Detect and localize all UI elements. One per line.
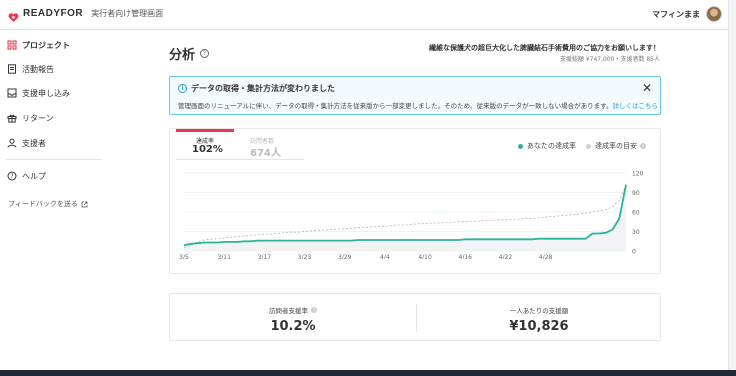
os-taskbar [0,370,736,376]
stat-label: 訪問者支援率 ? [170,305,416,315]
document-icon [6,64,17,75]
stat-visitor-support-rate: 訪問者支援率 ? 10.2% [170,294,416,342]
page-title: 分析 ? [169,44,210,63]
active-tab-indicator [176,129,234,132]
notice-body-text: 管理画面のリニューアルに伴い、データの取得・集計方法を従来版から一部変更しました… [178,102,613,110]
sidebar-item-rewards[interactable]: リターン [6,109,54,127]
x-tick-label: 4/22 [499,254,513,259]
y-tick-label: 60 [632,210,640,217]
x-tick-label: 4/28 [539,254,553,259]
stat-value: 10.2% [270,319,316,334]
y-tick-label: 30 [632,229,640,236]
brand-name: READYFOR [23,8,84,19]
legend-swatch-actual [518,143,523,149]
sidebar-item-applications[interactable]: 支援申し込み [6,84,70,102]
avatar [706,6,722,22]
x-tick-label: 3/29 [338,254,352,259]
x-tick-label: 4/10 [418,254,432,259]
notice-banner: i データの取得・集計方法が変わりました 管理画面のリニューアルに伴い、データの… [169,76,661,115]
notice-body: 管理画面のリニューアルに伴い、データの取得・集計方法を従来版から一部変更しました… [178,100,658,110]
x-tick-label: 4/4 [380,254,390,259]
chart-card: 達成率 102% 訪問者数 674人 あなたの達成率 達成率の目安 ? 0 30 6… [169,128,661,274]
sidebar-item-project[interactable]: プロジェクト [6,36,70,54]
stat-amount-per-person: 一人あたりの支援額 ¥10,826 [416,294,662,342]
x-tick-label: 3/11 [217,254,231,259]
feedback-link[interactable]: フィードバックを送る [8,199,88,209]
stat-label-text: 訪問者支援率 [269,307,308,315]
sidebar-item-label: 支援者 [22,138,46,148]
stat-label-text: 一人あたりの支援額 [509,307,569,315]
question-icon: ? [6,171,17,182]
project-stats: 支援総額 ¥747,000・支援者数 85人 [559,56,660,63]
question-icon[interactable]: ? [311,307,317,313]
close-icon[interactable]: ✕ [642,82,652,94]
stats-card: 訪問者支援率 ? 10.2% 一人あたりの支援額 ¥10,826 [169,293,661,341]
user-menu[interactable]: マフィンまま [652,6,722,22]
x-tick-label: 3/23 [298,254,312,259]
sidebar-item-label: 活動報告 [22,64,54,74]
sidebar-divider [6,159,102,160]
header-subtitle: 実行者向け管理画面 [91,9,164,18]
line-chart: 0 30 60 90 120 3/5 3/11 3/17 3/23 3/29 4/4 4/10 4/16… [179,171,644,260]
page-title-text: 分析 [169,48,196,63]
scrollbar[interactable] [728,0,736,370]
sidebar-item-supporters[interactable]: 支援者 [6,134,46,152]
x-tick-label: 3/5 [179,254,189,259]
sidebar-item-label: リターン [22,113,54,123]
legend-label: あなたの達成率 [527,142,576,150]
legend-target: 達成率の目安 ? [586,141,646,151]
sidebar-item-help[interactable]: ? ヘルプ [6,167,46,185]
x-tick-label: 3/17 [258,254,272,259]
top-bar: READYFOR 実行者向け管理画面 マフィンまま [0,0,736,30]
notice-title: データの取得・集計方法が変わりました [191,84,335,93]
inbox-icon [6,88,17,99]
grid-icon [6,40,17,51]
external-link-icon [81,201,88,208]
y-tick-label: 0 [632,249,636,256]
legend-actual: あなたの達成率 [518,141,576,151]
project-title[interactable]: 繊維な保護犬の超巨大化した脾臓結石手術費用のご協力をお願いします！ [340,43,660,53]
readyfor-logo-icon [8,8,19,22]
info-icon: i [178,84,187,93]
tab-value: 102% [192,144,223,155]
notice-detail-link[interactable]: 詳しくはこちら [613,102,659,110]
feedback-label: フィードバックを送る [8,200,78,208]
svg-text:?: ? [10,173,13,180]
tab-value: 674人 [250,148,281,159]
chart-legend: あなたの達成率 達成率の目安 ? [508,141,646,151]
question-icon[interactable]: ? [640,143,646,149]
brand-logo[interactable]: READYFOR 実行者向け管理画面 [8,8,164,22]
legend-label: 達成率の目安 [595,142,637,150]
tab-achievement-rate[interactable]: 達成率 102% [170,129,234,159]
sidebar: プロジェクト 活動報告 支援申し込み リターン 支援者 ? ヘルプ フィードバッ… [0,30,108,370]
stat-label: 一人あたりの支援額 [416,305,662,315]
user-name: マフィンまま [652,9,700,19]
sidebar-item-label: プロジェクト [22,40,70,50]
y-tick-label: 120 [632,171,644,178]
sidebar-item-activity-report[interactable]: 活動報告 [6,60,54,78]
sidebar-item-label: 支援申し込み [22,88,70,98]
x-tick-label: 4/16 [459,254,473,259]
sidebar-item-label: ヘルプ [22,171,46,181]
legend-swatch-target [586,143,591,149]
y-tick-label: 90 [632,190,640,197]
tab-visitors[interactable]: 訪問者数 674人 [246,129,306,159]
gift-icon [6,113,17,124]
person-icon [6,138,17,149]
stat-value: ¥10,826 [509,319,569,334]
tab-divider [176,159,304,160]
help-icon[interactable]: ? [200,49,210,58]
series-actual-line [183,184,627,247]
